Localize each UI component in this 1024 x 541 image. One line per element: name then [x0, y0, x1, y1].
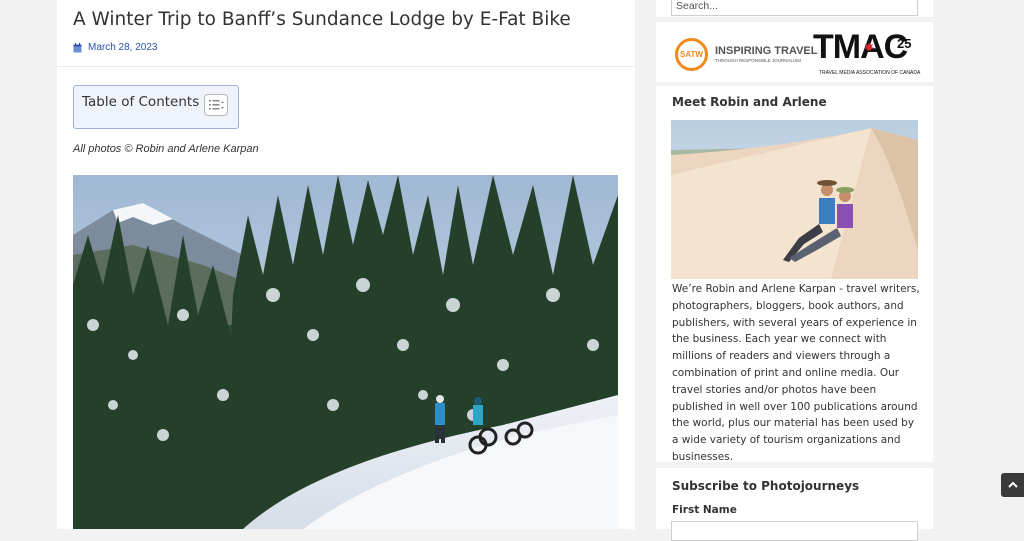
- maple-leaf-icon: [864, 42, 874, 51]
- tmac-logo[interactable]: TMAC: [813, 28, 908, 67]
- article-card: A Winter Trip to Banff’s Sundance Lodge …: [57, 0, 635, 529]
- post-title: A Winter Trip to Banff’s Sundance Lodge …: [73, 9, 571, 30]
- hero-photo-fat-bikers-in-snowy-forest: [73, 175, 618, 529]
- first-name-input[interactable]: [671, 521, 918, 541]
- post-date-link[interactable]: March 28, 2023: [88, 42, 158, 53]
- table-of-contents: Table of Contents: [73, 85, 239, 129]
- back-to-top-button[interactable]: [1001, 473, 1024, 497]
- search-input[interactable]: [671, 0, 918, 16]
- first-name-label: First Name: [672, 504, 737, 516]
- tmac-25-mark: 25: [897, 36, 912, 51]
- satw-logo[interactable]: SATW: [675, 38, 708, 71]
- about-widget-title: Meet Robin and Arlene: [672, 95, 827, 109]
- tmac-tagline: TRAVEL MEDIA ASSOCIATION OF CANADA: [819, 70, 921, 76]
- satw-tagline: THROUGH RESPONSIBLE JOURNALISM: [715, 58, 802, 63]
- about-photo-couple-on-sand-dune: [671, 120, 918, 279]
- calendar-icon: [73, 42, 82, 52]
- sidebar-subscribe-card: [656, 468, 933, 529]
- list-toggle-icon: [209, 100, 224, 110]
- about-text: We’re Robin and Arlene Karpan - travel w…: [672, 283, 920, 463]
- divider: [57, 66, 635, 67]
- membership-logos: SATW INSPIRING TRAVEL THROUGH RESPONSIBL…: [671, 28, 921, 80]
- chevron-up-icon: [1008, 481, 1018, 488]
- toc-toggle-button[interactable]: [204, 94, 228, 116]
- post-meta: March 28, 2023: [73, 42, 158, 53]
- satw-name: INSPIRING TRAVEL: [715, 45, 818, 57]
- photo-credit: All photos © Robin and Arlene Karpan: [73, 143, 259, 155]
- subscribe-widget-title: Subscribe to Photojourneys: [672, 479, 860, 493]
- toc-title: Table of Contents: [82, 94, 200, 110]
